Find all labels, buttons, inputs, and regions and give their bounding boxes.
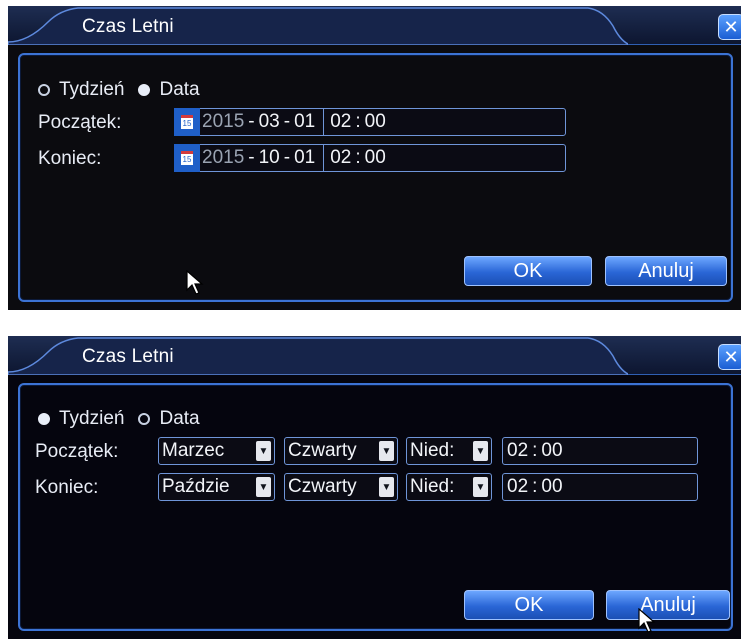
start-minute[interactable]: 00 [541,440,562,462]
end-minute[interactable]: 00 [541,476,562,498]
calendar-icon[interactable]: 15 [174,108,200,136]
chevron-down-icon[interactable]: ▼ [256,477,271,497]
end-year[interactable]: 2015 [202,147,244,169]
end-time-field[interactable]: 02 : 00 [502,473,698,501]
calendar-icon[interactable]: 15 [174,144,200,172]
start-week-dropdown[interactable]: Czwarty ▼ [284,437,398,465]
radio-data[interactable] [138,84,151,96]
mode-selector: Tydzień Data [38,79,214,101]
chevron-down-icon[interactable]: ▼ [473,441,488,461]
start-datetime-field[interactable]: 15 2015 - 03 - 01 02 : 00 [174,108,566,136]
start-month-value: Marzec [162,440,225,461]
radio-data[interactable] [138,413,151,425]
close-button[interactable]: ✕ [718,344,741,370]
radio-tydzien-label: Tydzień [59,408,125,429]
dialog-window: Czas Letni ✕ Tydzień Data Początek: Marz… [8,336,741,639]
start-month[interactable]: 03 [259,111,280,133]
start-hour[interactable]: 02 [330,111,351,133]
start-label: Początek: [38,112,122,133]
start-time-field[interactable]: 02 : 00 [502,437,698,465]
end-datetime-field[interactable]: 15 2015 - 10 - 01 02 : 00 [174,144,566,172]
chevron-down-icon[interactable]: ▼ [379,477,394,497]
title-bar: Czas Letni ✕ [8,6,741,45]
close-button[interactable]: ✕ [718,14,741,40]
end-hour[interactable]: 02 [507,476,528,498]
mouse-cursor-icon [638,608,656,633]
end-weekday-value: Nied: [410,476,455,497]
radio-tydzien-label: Tydzień [59,79,125,100]
radio-data-label: Data [159,408,200,429]
end-month-dropdown[interactable]: Paździe ▼ [158,473,275,501]
dialog-window: Czas Letni ✕ Tydzień Data Początek: 15 2… [8,6,741,310]
start-week-value: Czwarty [288,440,357,461]
end-day[interactable]: 01 [294,147,315,169]
chevron-down-icon[interactable]: ▼ [379,441,394,461]
start-label: Początek: [35,441,119,462]
mode-selector: Tydzień Data [38,408,214,430]
cancel-button[interactable]: Anuluj [605,256,727,286]
start-hour[interactable]: 02 [507,440,528,462]
dst-dialog-date-mode: Czas Letni ✕ Tydzień Data Początek: 15 2… [8,6,741,310]
close-icon: ✕ [723,346,739,367]
end-minute[interactable]: 00 [365,147,386,169]
start-minute[interactable]: 00 [365,111,386,133]
cancel-button[interactable]: Anuluj [606,590,730,620]
dst-dialog-week-mode: Czas Letni ✕ Tydzień Data Początek: Marz… [8,336,741,639]
radio-tydzien[interactable] [38,84,50,96]
mouse-cursor-icon [186,270,204,295]
end-week-value: Czwarty [288,476,357,497]
end-hour[interactable]: 02 [330,147,351,169]
chevron-down-icon[interactable]: ▼ [473,477,488,497]
start-weekday-value: Nied: [410,440,455,461]
start-weekday-dropdown[interactable]: Nied: ▼ [406,437,492,465]
chevron-down-icon[interactable]: ▼ [256,441,271,461]
close-icon: ✕ [723,16,739,37]
end-weekday-dropdown[interactable]: Nied: ▼ [406,473,492,501]
dialog-title: Czas Letni [82,16,174,37]
ok-button[interactable]: OK [464,590,594,620]
end-label: Koniec: [38,148,102,169]
radio-tydzien[interactable] [38,413,50,425]
start-year[interactable]: 2015 [202,111,244,133]
dialog-title: Czas Letni [82,346,174,367]
start-month-dropdown[interactable]: Marzec ▼ [158,437,275,465]
start-day[interactable]: 01 [294,111,315,133]
end-month-value: Paździe [162,476,230,497]
end-month[interactable]: 10 [259,147,280,169]
ok-button[interactable]: OK [464,256,592,286]
end-label: Koniec: [35,477,99,498]
title-bar: Czas Letni ✕ [8,336,741,375]
end-week-dropdown[interactable]: Czwarty ▼ [284,473,398,501]
radio-data-label: Data [159,79,200,100]
